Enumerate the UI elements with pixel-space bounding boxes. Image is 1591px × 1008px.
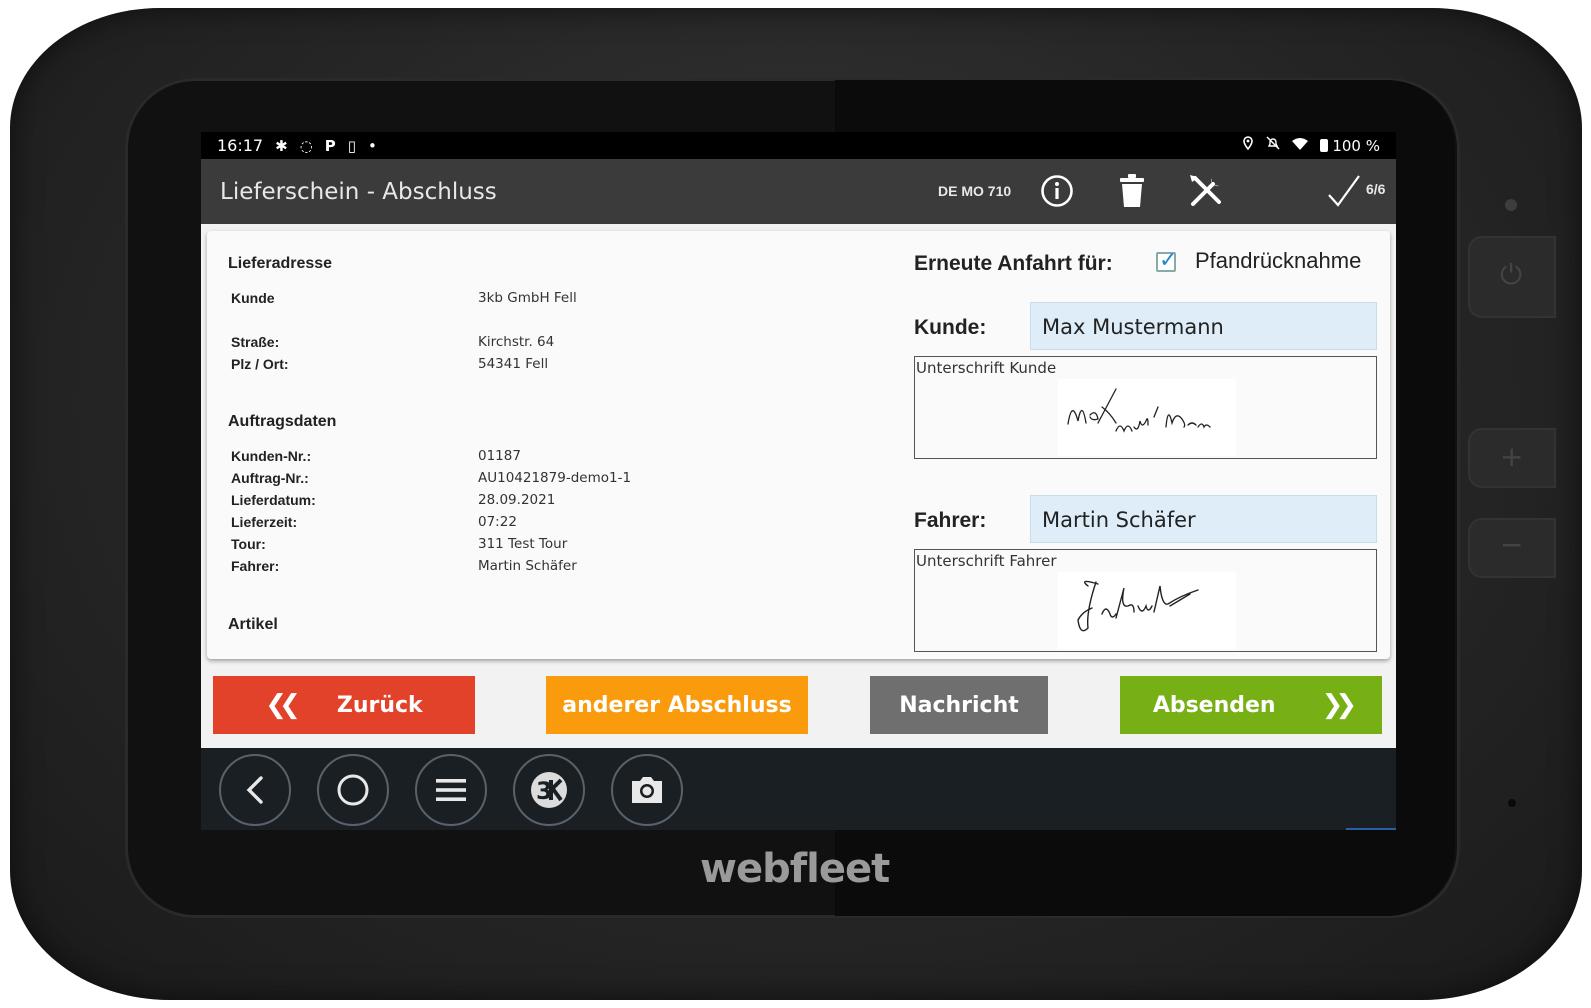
order-field-value: AU10421879-demo1-1 <box>478 470 632 486</box>
revisit-checkbox[interactable]: ✓ <box>1156 248 1177 273</box>
location-icon <box>1242 136 1254 155</box>
driver-signature-image <box>1058 572 1236 649</box>
double-chevron-right-icon: ❯❯ <box>1321 690 1357 720</box>
app-bar: Lieferschein - Abschluss DE MO 710 6/6 <box>201 159 1396 224</box>
check-icon: ✓ <box>1159 248 1178 273</box>
brand-logo: webfleet <box>700 846 890 892</box>
nav-3k-app-button[interactable]: 3 <box>513 754 585 826</box>
message-button-label: Nachricht <box>899 692 1019 718</box>
home-nav-icon <box>337 774 369 806</box>
system-nav-bar: 3 <box>201 748 1396 830</box>
order-field-value: 311 Test Tour <box>478 536 568 552</box>
info-icon <box>1041 175 1073 207</box>
info-button[interactable] <box>1037 171 1077 211</box>
battery-percent: 100 % <box>1332 136 1380 155</box>
send-button[interactable]: Absenden ❯❯ <box>1120 676 1382 734</box>
progress-count: 6/6 <box>1366 181 1386 197</box>
nav-accent-line <box>1346 828 1396 830</box>
order-field-value: Martin Schäfer <box>478 558 577 574</box>
app-3k-icon: 3 <box>531 772 567 808</box>
vehicle-plate: DE MO 710 <box>938 183 1012 199</box>
camera-icon <box>632 777 662 803</box>
order-field-label: Lieferzeit: <box>231 514 298 530</box>
street-value: Kirchstr. 64 <box>478 334 555 350</box>
order-field-label: Lieferdatum: <box>231 492 316 508</box>
customer-signature-pad[interactable]: Unterschrift Kunde <box>914 356 1377 459</box>
double-chevron-left-icon: ❮❮ <box>265 690 300 720</box>
order-field-label: Fahrer: <box>231 558 280 574</box>
alarm-off-icon <box>1266 136 1280 155</box>
street-label: Straße: <box>231 334 280 350</box>
power-button[interactable]: ⏻ <box>1468 236 1556 318</box>
status-bar: 16:17 ✱ ◌ P ▯ • 100 % <box>201 132 1396 159</box>
minus-icon: − <box>1500 528 1524 561</box>
trash-icon <box>1120 174 1144 207</box>
address-section-title: Lieferadresse <box>228 255 333 272</box>
customer-label: Kunde <box>231 290 275 306</box>
back-button[interactable]: ❮❮ Zurück <box>213 676 475 734</box>
delete-button[interactable] <box>1112 171 1152 211</box>
order-field-value: 07:22 <box>478 514 517 530</box>
nav-menu-button[interactable] <box>415 754 487 826</box>
customer-signature-image <box>1058 379 1236 456</box>
customer-signature-caption: Unterschrift Kunde <box>916 359 1057 377</box>
order-field-value: 28.09.2021 <box>478 492 556 508</box>
settings-icon: ✱ <box>275 136 288 155</box>
menu-nav-icon <box>436 779 466 801</box>
order-field-label: Tour: <box>231 536 266 552</box>
delivery-card: Lieferadresse Kunde 3kb GmbH Fell Straße… <box>207 231 1390 659</box>
battery-small-icon: ▯ <box>347 136 357 155</box>
tools-button[interactable] <box>1186 171 1226 211</box>
articles-section-title: Artikel <box>228 616 278 633</box>
order-field-label: Kunden-Nr.: <box>231 448 312 464</box>
plus-icon: + <box>1500 440 1524 473</box>
customer-name-input[interactable]: Max Mustermann <box>1030 302 1377 350</box>
power-icon: ⏻ <box>1500 258 1523 291</box>
revisit-option-label[interactable]: Pfandrücknahme <box>1195 248 1361 274</box>
other-completion-label: anderer Abschluss <box>562 692 792 718</box>
parking-icon: P <box>324 136 336 155</box>
city-value: 54341 Fell <box>478 356 549 372</box>
message-button[interactable]: Nachricht <box>870 676 1048 734</box>
wifi-icon <box>1292 137 1309 155</box>
order-field-label: Auftrag-Nr.: <box>231 470 309 486</box>
other-completion-button[interactable]: anderer Abschluss <box>546 676 808 734</box>
tools-icon <box>1190 175 1221 206</box>
customer-value: 3kb GmbH Fell <box>478 290 577 306</box>
city-label: Plz / Ort: <box>231 356 289 372</box>
volume-down-button[interactable]: − <box>1468 518 1556 578</box>
screen: 16:17 ✱ ◌ P ▯ • 100 % Lieferschein - Abs… <box>201 132 1396 830</box>
nav-home-button[interactable] <box>317 754 389 826</box>
battery-icon <box>1320 139 1329 152</box>
revisit-label: Erneute Anfahrt für: <box>914 252 1113 275</box>
driver-signature-caption: Unterschrift Fahrer <box>916 552 1057 570</box>
send-button-label: Absenden <box>1152 692 1276 718</box>
order-section-title: Auftragsdaten <box>228 413 337 430</box>
back-button-label: Zurück <box>336 692 423 718</box>
status-time: 16:17 <box>217 136 264 155</box>
sync-icon: ◌ <box>299 136 313 155</box>
page-title: Lieferschein - Abschluss <box>220 178 497 205</box>
back-nav-icon <box>246 776 263 804</box>
volume-up-button[interactable]: + <box>1468 428 1556 488</box>
nav-camera-button[interactable] <box>611 754 683 826</box>
customer-name-label: Kunde: <box>914 316 987 339</box>
progress-indicator: 6/6 <box>1326 173 1385 209</box>
dot-icon: • <box>368 136 377 155</box>
nav-back-button[interactable] <box>219 754 291 826</box>
driver-signature-pad[interactable]: Unterschrift Fahrer <box>914 549 1377 652</box>
camera-lens <box>1505 199 1517 211</box>
driver-name-input[interactable]: Martin Schäfer <box>1030 495 1377 543</box>
order-field-value: 01187 <box>478 448 521 464</box>
microphone-hole <box>1508 799 1516 807</box>
driver-name-label: Fahrer: <box>914 509 987 532</box>
checkmark-icon <box>1328 175 1360 207</box>
